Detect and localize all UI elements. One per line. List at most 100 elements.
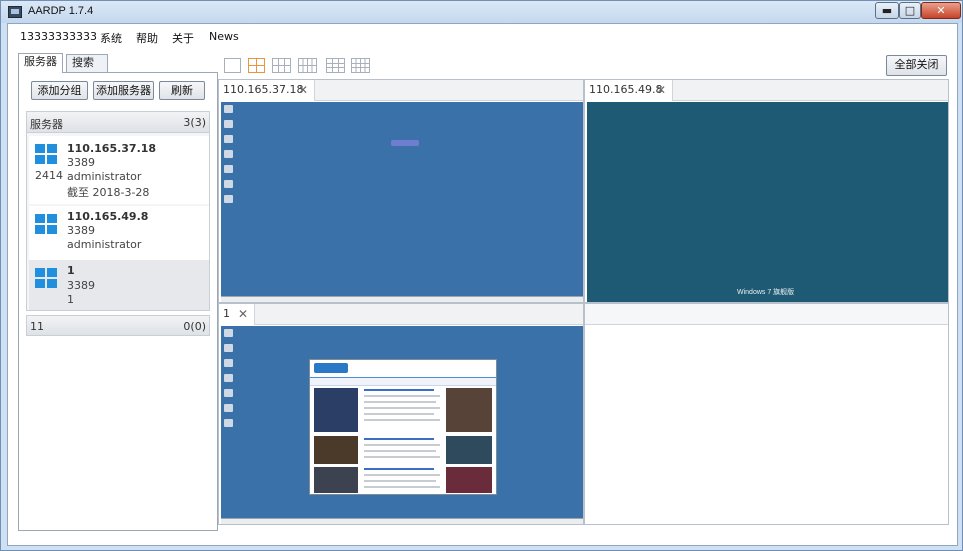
remote-desktop[interactable]: [221, 326, 583, 524]
news-line: [364, 395, 440, 397]
session-tab[interactable]: 110.165.49.8 ✕: [585, 80, 673, 101]
menu-news[interactable]: News: [209, 30, 239, 43]
news-image: [446, 467, 492, 493]
tab-search[interactable]: 搜索: [66, 54, 108, 72]
session-tab[interactable]: 110.165.37.18 ✕: [219, 80, 315, 101]
server-group: 服务器 3(3) 2414 110.165.37.18 3389 adminis…: [26, 111, 210, 311]
server-user: administrator: [67, 170, 142, 183]
taskbar: [221, 296, 583, 302]
client-area: 13333333333 系统 帮助 关于 News 服务器 搜索 添加分组 添加…: [7, 23, 958, 546]
window-title: AARDP 1.7.4: [28, 5, 94, 17]
close-button[interactable]: ✕: [921, 2, 961, 19]
panel-tabbar: 110.165.37.18 ✕: [219, 80, 583, 101]
windows-icon: [35, 268, 58, 289]
panel-tabbar: 110.165.49.8 ✕: [585, 80, 948, 101]
left-pane: 服务器 搜索 添加分组 添加服务器 刷新 服务器 3(3) 2414 110.1…: [18, 53, 229, 531]
server-expire: 截至 2018-3-28: [67, 186, 150, 199]
menu-system[interactable]: 系统: [100, 30, 122, 46]
add-group-button[interactable]: 添加分组: [31, 81, 88, 100]
news-line: [364, 407, 440, 409]
session-panel: 110.165.37.18 ✕: [218, 79, 584, 303]
server-user: 1: [67, 293, 74, 306]
server-ip: 1: [67, 264, 75, 277]
server-ip: 110.165.49.8: [67, 210, 149, 223]
desktop-icons: [224, 329, 234, 434]
layout-9-icon[interactable]: [326, 58, 345, 73]
app-window: AARDP 1.7.4 ▬ □ ✕ 13333333333 系统 帮助 关于 N…: [0, 0, 963, 551]
news-line: [364, 480, 436, 482]
group-name: 11: [30, 320, 44, 333]
browser-header: [310, 360, 496, 378]
news-image: [314, 467, 358, 493]
remote-desktop[interactable]: Windows 7 旗舰版: [587, 102, 948, 302]
server-item[interactable]: 1 3389 1: [29, 260, 209, 310]
layout-8-icon[interactable]: [298, 58, 317, 73]
server-ip: 110.165.37.18: [67, 142, 157, 155]
browser-nav: [310, 378, 496, 386]
maximize-button[interactable]: □: [899, 2, 921, 19]
panel-tabbar: 1 ✕: [219, 304, 583, 325]
remote-desktop[interactable]: [221, 102, 583, 302]
add-server-button[interactable]: 添加服务器: [93, 81, 154, 100]
menu-about[interactable]: 关于: [172, 30, 194, 46]
server-user: administrator: [67, 238, 142, 251]
session-tab-label: 110.165.37.18: [223, 83, 304, 96]
close-all-button[interactable]: 全部关闭: [886, 55, 947, 76]
server-item[interactable]: 2414 110.165.37.18 3389 administrator 截至…: [29, 136, 209, 204]
server-port: 3389: [67, 156, 95, 169]
news-headline: [364, 389, 434, 391]
empty-session-panel: [584, 303, 949, 525]
tab-servers[interactable]: 服务器: [18, 53, 63, 73]
server-port: 3389: [67, 279, 95, 292]
group-count: 0(0): [183, 320, 206, 333]
menu-help[interactable]: 帮助: [136, 30, 158, 46]
news-line: [364, 419, 440, 421]
news-image: [446, 388, 492, 432]
site-logo: [314, 363, 348, 373]
news-line: [364, 486, 440, 488]
news-headline: [364, 438, 434, 440]
news-line: [364, 401, 436, 403]
app-icon: [8, 6, 22, 18]
server-panel: 添加分组 添加服务器 刷新 服务器 3(3) 2414 110.165.37.1…: [18, 72, 218, 531]
panel-tabbar: [585, 304, 948, 325]
windows-icon: [35, 144, 58, 165]
group-header[interactable]: 服务器 3(3): [27, 112, 209, 133]
close-tab-icon[interactable]: ✕: [238, 305, 248, 324]
os-label: Windows 7 旗舰版: [737, 289, 795, 296]
layout-4-icon[interactable]: [248, 58, 265, 73]
session-tab-label: 1: [223, 307, 230, 320]
server-number: 2414: [35, 169, 63, 182]
layout-6-icon[interactable]: [272, 58, 291, 73]
news-image: [314, 388, 358, 432]
session-tab-label: 110.165.49.8: [589, 83, 663, 96]
close-tab-icon[interactable]: ✕: [656, 81, 666, 100]
title-bar[interactable]: AARDP 1.7.4 ▬ □ ✕: [1, 1, 962, 23]
windows-icon: [35, 214, 58, 235]
menu-account[interactable]: 13333333333: [20, 30, 97, 43]
news-line: [364, 456, 440, 458]
server-port: 3389: [67, 224, 95, 237]
news-line: [364, 474, 440, 476]
layout-toolbar: [224, 53, 950, 75]
news-line: [364, 444, 440, 446]
other-group: 11 0(0): [26, 315, 210, 336]
group-count: 3(3): [183, 116, 206, 129]
desktop-popup: [391, 140, 419, 146]
refresh-button[interactable]: 刷新: [159, 81, 205, 100]
session-tab[interactable]: 1 ✕: [219, 304, 255, 325]
session-panel: 1 ✕: [218, 303, 584, 525]
layout-12-icon[interactable]: [351, 58, 370, 73]
session-panel: 110.165.49.8 ✕ Windows 7 旗舰版: [584, 79, 949, 303]
news-headline: [364, 468, 434, 470]
menu-bar: 13333333333 系统 帮助 关于 News: [8, 24, 957, 49]
group-header[interactable]: 11 0(0): [27, 316, 209, 335]
news-line: [364, 413, 434, 415]
news-line: [364, 450, 436, 452]
minimize-button[interactable]: ▬: [875, 2, 899, 19]
layout-1-icon[interactable]: [224, 58, 241, 73]
server-item[interactable]: 110.165.49.8 3389 administrator: [29, 206, 209, 260]
desktop-icons: [224, 105, 234, 210]
browser-window[interactable]: [309, 359, 497, 495]
close-tab-icon[interactable]: ✕: [298, 81, 308, 100]
